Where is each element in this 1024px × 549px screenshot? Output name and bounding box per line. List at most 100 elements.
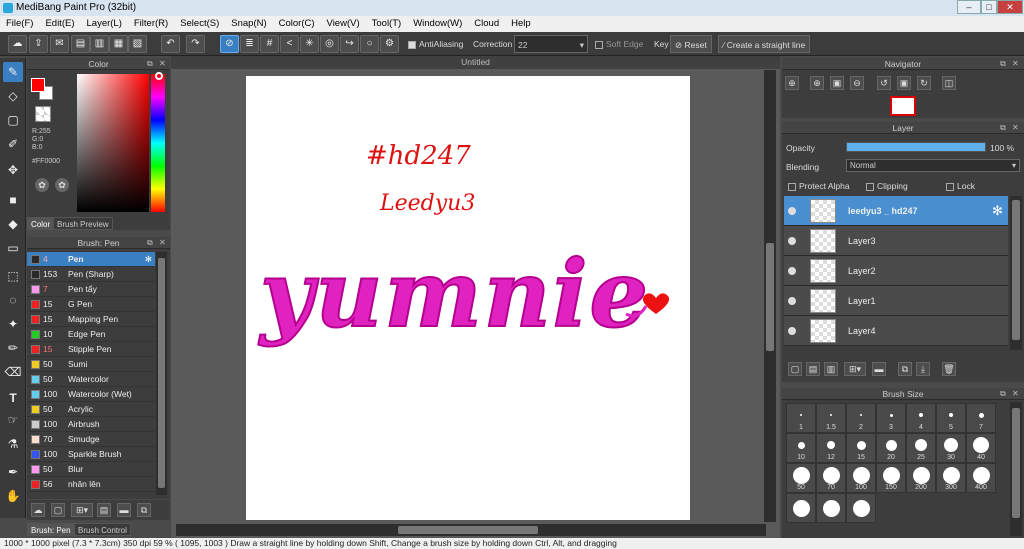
- brush-size-cell[interactable]: [846, 493, 876, 523]
- select-rect-tool-icon[interactable]: ▢: [3, 110, 23, 130]
- protect-alpha-checkbox[interactable]: Protect Alpha: [788, 181, 850, 191]
- canvas-h-scrollbar[interactable]: [176, 524, 766, 536]
- doc-icon[interactable]: ▥: [90, 35, 109, 53]
- brush-size-cell[interactable]: 7: [966, 403, 996, 433]
- canvas-paper[interactable]: #hd247 Leedyu3 yumnie: [246, 76, 690, 520]
- saturation-value-picker[interactable]: [77, 74, 149, 212]
- new-layer-icon[interactable]: ▢: [788, 362, 802, 376]
- bucket-tool-icon[interactable]: ◆: [3, 214, 23, 234]
- opacity-slider[interactable]: [846, 142, 986, 152]
- new-halftone-layer-icon[interactable]: ▤: [806, 362, 820, 376]
- layer-list-scrollbar[interactable]: [1010, 196, 1022, 350]
- tab-color[interactable]: Color: [27, 217, 55, 230]
- radial-snap-icon[interactable]: ✳: [300, 35, 319, 53]
- zoom-in-plus-icon[interactable]: ⊕: [810, 76, 824, 90]
- layer-row[interactable]: Layer2: [784, 256, 1008, 286]
- brush-size-scrollbar[interactable]: [1010, 402, 1022, 536]
- palette-icon[interactable]: ✿: [35, 178, 49, 192]
- menu-tool[interactable]: Tool(T): [366, 16, 408, 32]
- dropper-tool-icon[interactable]: ✒: [3, 462, 23, 482]
- table-icon[interactable]: ▧: [128, 35, 147, 53]
- reset-view-icon[interactable]: ▣: [897, 76, 911, 90]
- brush-size-cell[interactable]: 1: [786, 403, 816, 433]
- color-settings-icon[interactable]: ✿: [55, 178, 69, 192]
- brush-size-cell[interactable]: 70: [816, 463, 846, 493]
- select-eraser-tool-icon[interactable]: ⌫: [3, 362, 23, 382]
- panel-float-icon[interactable]: ⧉: [147, 59, 153, 69]
- layer-row[interactable]: Layer3: [784, 226, 1008, 256]
- circle-snap-icon[interactable]: ○: [360, 35, 379, 53]
- snap-off-icon[interactable]: ⊘: [220, 35, 239, 53]
- brush-size-cell[interactable]: [816, 493, 846, 523]
- eraser-tool-icon[interactable]: ◇: [3, 86, 23, 106]
- rotate-right-icon[interactable]: ↻: [917, 76, 931, 90]
- curve-snap-icon[interactable]: ↪: [340, 35, 359, 53]
- page-icon[interactable]: ▤: [71, 35, 90, 53]
- zoom-out-icon[interactable]: ⊖: [850, 76, 864, 90]
- cloud-icon[interactable]: ☁: [8, 35, 27, 53]
- brush-list-scrollbar[interactable]: [156, 252, 167, 495]
- panel-close-icon[interactable]: ✕: [1012, 123, 1019, 132]
- text-tool-icon[interactable]: T: [3, 388, 23, 408]
- gear-icon[interactable]: ✻: [992, 203, 1003, 219]
- menu-edit[interactable]: Edit(E): [39, 16, 80, 32]
- brush-size-cell[interactable]: 3: [876, 403, 906, 433]
- lock-checkbox[interactable]: Lock: [946, 181, 975, 191]
- brush-item[interactable]: 100 Watercolor (Wet): [27, 387, 155, 402]
- canvas-v-scrollbar[interactable]: [764, 70, 776, 522]
- navigator-thumbnail[interactable]: [890, 96, 916, 116]
- pen-tool-icon[interactable]: ✐: [3, 134, 23, 154]
- brush-item[interactable]: 15 Stipple Pen: [27, 342, 155, 357]
- close-button[interactable]: ✕: [997, 0, 1023, 14]
- eye-icon[interactable]: [788, 237, 796, 245]
- antialiasing-checkbox[interactable]: AntiAliasing: [408, 35, 463, 53]
- menu-color[interactable]: Color(C): [273, 16, 321, 32]
- reset-button[interactable]: ⊘ Reset: [670, 35, 712, 53]
- eye-icon[interactable]: [788, 207, 796, 215]
- concentric-snap-icon[interactable]: ◎: [320, 35, 339, 53]
- new-8bit-layer-icon[interactable]: ▥: [824, 362, 838, 376]
- eye-icon[interactable]: [788, 267, 796, 275]
- brush-duplicate-icon[interactable]: ⧉: [137, 503, 151, 517]
- brush-new-icon[interactable]: ▢: [51, 503, 65, 517]
- fill-rect-tool-icon[interactable]: ■: [3, 190, 23, 210]
- hand-tool-icon[interactable]: ✋: [3, 486, 23, 506]
- brush-size-scroll-thumb[interactable]: [1012, 408, 1020, 518]
- layer-row[interactable]: Layer4: [784, 316, 1008, 346]
- brush-size-cell[interactable]: 150: [876, 463, 906, 493]
- brush-size-cell[interactable]: 30: [936, 433, 966, 463]
- panel-float-icon[interactable]: ⧉: [1000, 389, 1006, 399]
- redo-icon[interactable]: ↷: [186, 35, 205, 53]
- brush-item[interactable]: 70 Smudge: [27, 432, 155, 447]
- menu-layer[interactable]: Layer(L): [81, 16, 128, 32]
- panel-float-icon[interactable]: ⧉: [1000, 59, 1006, 69]
- layer-folder-icon[interactable]: ▬: [872, 362, 886, 376]
- magic-wand-tool-icon[interactable]: ✦: [3, 314, 23, 334]
- layer-row[interactable]: leedyu3 _ hd247 ✻: [784, 196, 1008, 226]
- hue-handle[interactable]: [155, 72, 163, 80]
- panel-float-icon[interactable]: ⧉: [1000, 123, 1006, 133]
- brush-item[interactable]: 4 Pen ✻: [27, 252, 155, 267]
- undo-icon[interactable]: ↶: [161, 35, 180, 53]
- menu-select[interactable]: Select(S): [174, 16, 225, 32]
- eye-icon[interactable]: [788, 297, 796, 305]
- menu-help[interactable]: Help: [505, 16, 537, 32]
- merge-layer-icon[interactable]: ⤓: [916, 362, 930, 376]
- brush-size-cell[interactable]: [786, 493, 816, 523]
- share-icon[interactable]: ⇪: [29, 35, 48, 53]
- menu-file[interactable]: File(F): [0, 16, 39, 32]
- add-layer-menu-icon[interactable]: ⊞▾: [844, 362, 866, 376]
- brush-size-cell[interactable]: 200: [906, 463, 936, 493]
- brush-item[interactable]: 100 Sparkle Brush: [27, 447, 155, 462]
- comment-icon[interactable]: ✉: [50, 35, 69, 53]
- tab-brush-pen[interactable]: Brush: Pen: [27, 523, 75, 536]
- brush-size-cell[interactable]: 40: [966, 433, 996, 463]
- panel-close-icon[interactable]: ✕: [159, 238, 166, 247]
- blending-select[interactable]: Normal ▾: [846, 159, 1020, 172]
- canvas-v-scroll-thumb[interactable]: [766, 243, 774, 351]
- brush-item[interactable]: 10 Edge Pen: [27, 327, 155, 342]
- brush-item[interactable]: 153 Pen (Sharp): [27, 267, 155, 282]
- brush-size-cell[interactable]: 4: [906, 403, 936, 433]
- delete-layer-icon[interactable]: 🗑: [942, 362, 956, 376]
- brush-add-icon[interactable]: ⊞▾: [71, 503, 93, 517]
